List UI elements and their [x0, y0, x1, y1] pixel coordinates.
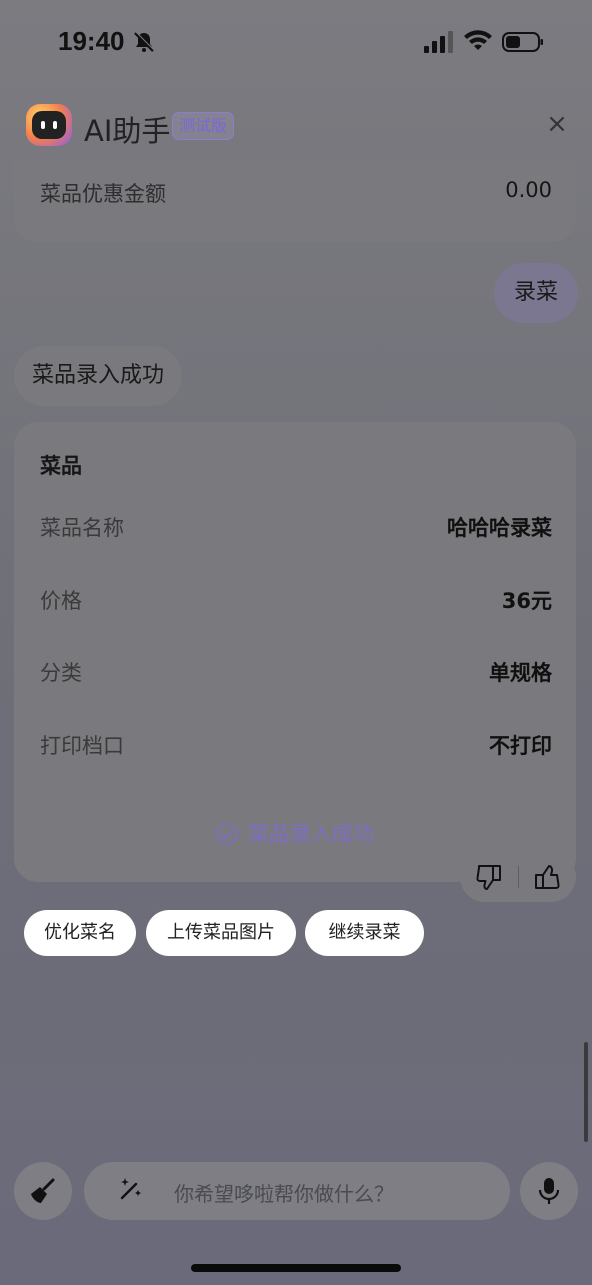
price-label: 价格 [40, 589, 82, 613]
status-time: 19:40 [58, 26, 125, 56]
page-title: AI助手 [84, 114, 171, 148]
success-text: 菜品录入成功 [248, 822, 374, 846]
magic-wand-icon [120, 1178, 141, 1200]
microphone-icon [538, 1178, 560, 1204]
chat-input-bar[interactable]: 你希望哆啦帮你做什么？ [84, 1162, 510, 1220]
broom-icon [31, 1178, 55, 1203]
home-indicator [191, 1264, 401, 1272]
dish-name-value: 哈哈哈录菜 [447, 516, 552, 540]
scrollbar[interactable] [584, 1042, 588, 1142]
clear-chat-button[interactable] [14, 1162, 72, 1220]
beta-badge: 测试版 [172, 112, 235, 140]
feedback-bar [460, 852, 576, 902]
suggestion-upload-image-button[interactable]: 上传菜品图片 [146, 910, 296, 956]
previous-order-card: 菜品优惠金额 0.00 [14, 160, 576, 242]
success-status: 菜品录入成功 [14, 818, 576, 848]
ai-message-bubble: 菜品录入成功 [14, 346, 183, 406]
category-value: 单规格 [489, 661, 552, 685]
cellular-signal-icon [424, 31, 453, 53]
suggestion-optimize-name-button[interactable]: 优化菜名 [24, 910, 136, 956]
close-icon[interactable]: × [543, 110, 571, 138]
price-value: 36元 [501, 589, 552, 613]
thumbs-up-icon[interactable] [532, 862, 562, 892]
ai-assistant-logo [26, 104, 72, 146]
thumbs-down-icon[interactable] [474, 862, 504, 892]
discount-label: 菜品优惠金额 [40, 182, 166, 206]
suggestion-continue-entry-button[interactable]: 继续录菜 [305, 910, 424, 956]
user-message-bubble: 录菜 [494, 263, 578, 323]
category-label: 分类 [40, 661, 82, 685]
discount-value: 0.00 [505, 178, 552, 202]
dish-info-card: 菜品 菜品名称 哈哈哈录菜 价格 36元 分类 单规格 打印档口 不打印 菜品录… [14, 422, 576, 882]
battery-icon [502, 32, 543, 52]
bell-muted-icon [134, 31, 155, 52]
dish-name-label: 菜品名称 [40, 516, 124, 540]
wifi-icon [464, 30, 492, 50]
chat-input-placeholder: 你希望哆啦帮你做什么？ [174, 1182, 394, 1206]
voice-input-button[interactable] [520, 1162, 578, 1220]
print-station-value: 不打印 [489, 734, 552, 758]
check-circle-icon [216, 823, 238, 845]
print-station-label: 打印档口 [40, 734, 124, 758]
dish-section-title: 菜品 [40, 454, 82, 478]
